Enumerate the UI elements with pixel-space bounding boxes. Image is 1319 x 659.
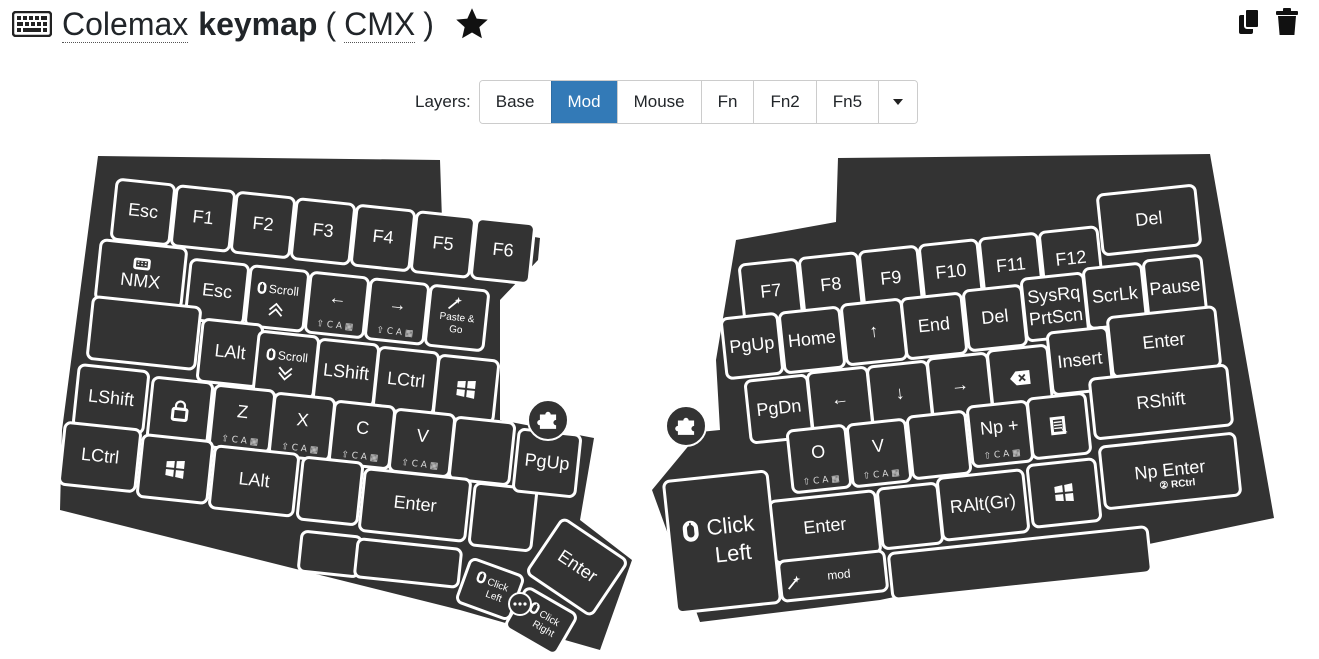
key-label: →	[950, 374, 970, 396]
key-label: Del	[1134, 207, 1163, 230]
key-label: F12	[1054, 247, 1087, 270]
key-cap	[906, 410, 972, 480]
right-key-del[interactable]: Del	[1096, 184, 1202, 256]
key-label: LCtrl	[386, 368, 426, 392]
left-key-esc[interactable]: Esc	[110, 178, 176, 246]
key-label: NMX	[119, 269, 161, 293]
left-key-blank[interactable]	[448, 416, 516, 486]
left-key-f3[interactable]: F3	[290, 197, 356, 266]
left-key-paste-go[interactable]: Paste &Go	[424, 284, 490, 352]
key-cap	[136, 433, 214, 505]
key-label: Np +	[979, 415, 1019, 439]
left-key-lctrl[interactable]: LCtrl	[58, 421, 142, 493]
key-label: F11	[995, 253, 1027, 276]
split-keyboard: Esc F1 F2 F3 F4 F5 F6 NMX Esc Scroll ←⇧ C A ▦→⇧ C …	[58, 154, 1274, 655]
key-label: ←	[830, 388, 850, 410]
thumb-options-badge[interactable]	[508, 592, 532, 616]
right-keyboard-half: F7 F8 F9 F10 F11 F12DelPgUp Home ↑ End DelSysRqPr…	[652, 154, 1274, 622]
left-key-scroll[interactable]: Scroll	[244, 264, 310, 333]
key-label: ←	[328, 287, 348, 309]
key-label: F8	[819, 273, 842, 295]
left-key-c[interactable]: C⇧ C A ▦	[328, 400, 396, 470]
right-key-o[interactable]: O⇧ C A ▦	[786, 424, 852, 494]
key-label: →	[388, 293, 408, 315]
key-cap	[448, 416, 516, 486]
right-key-np-enter[interactable]: Np Enter② RCtrl	[1098, 432, 1242, 510]
key-label: mod	[827, 566, 852, 582]
right-key-[interactable]: ↑	[840, 298, 908, 366]
right-key-del[interactable]: Del	[962, 284, 1028, 352]
left-key-blank[interactable]	[136, 433, 214, 505]
left-key-[interactable]: ←⇧ C A ▦	[304, 271, 370, 339]
key-label: F2	[252, 213, 275, 235]
right-key-blank[interactable]	[1026, 457, 1102, 529]
key-label: Esc	[127, 199, 159, 222]
right-key-home[interactable]: Home	[778, 306, 846, 374]
left-key-blank[interactable]	[296, 456, 364, 526]
key-label: F4	[372, 226, 395, 248]
mouse-icon	[266, 348, 276, 361]
right-key-blank[interactable]	[906, 410, 972, 480]
right-puzzle-badge[interactable]	[665, 405, 707, 447]
left-key-z[interactable]: Z⇧ C A ▦	[208, 384, 276, 454]
left-key-v[interactable]: V⇧ C A ▦	[388, 408, 456, 478]
ellipsis-icon	[513, 602, 527, 606]
left-key-f4[interactable]: F4	[350, 204, 416, 272]
key-cap	[296, 456, 364, 526]
left-key-f2[interactable]: F2	[230, 191, 296, 259]
key-label: F3	[312, 219, 335, 241]
left-key-lalt[interactable]: LAlt	[208, 444, 300, 518]
key-cap	[86, 295, 202, 371]
key-label: End	[917, 313, 951, 336]
key-label: V	[871, 435, 885, 456]
left-key-f5[interactable]: F5	[410, 210, 476, 279]
right-key-ralt-gr[interactable]: RAlt(Gr)	[936, 468, 1030, 542]
left-key-[interactable]: →⇧ C A ▦	[364, 277, 430, 346]
right-key-v[interactable]: V⇧ C A ▦	[846, 418, 912, 488]
key-label: Esc	[201, 279, 233, 302]
left-key-f6[interactable]: F6	[470, 217, 536, 285]
key-label: F5	[432, 232, 455, 254]
key-label: F10	[934, 260, 967, 283]
left-key-f1[interactable]: F1	[170, 184, 236, 253]
key-label: Left	[714, 539, 753, 568]
key-label: Del	[980, 305, 1009, 328]
key-label: F9	[879, 267, 902, 289]
key-label: LAlt	[214, 340, 247, 363]
key-label: LAlt	[238, 468, 271, 491]
mouse-icon	[257, 281, 267, 294]
key-label: X	[296, 409, 310, 430]
right-key-click-left[interactable]: ClickLeft	[662, 470, 782, 614]
left-key-x[interactable]: X⇧ C A ▦	[268, 392, 336, 462]
left-key-blank[interactable]	[86, 295, 202, 371]
right-key-blank[interactable]	[1026, 392, 1092, 460]
right-key-np[interactable]: Np +⇧ C A ▦	[966, 400, 1034, 468]
key-label: F1	[192, 206, 215, 228]
key-label: Click	[705, 510, 756, 540]
key-cap	[1026, 457, 1102, 529]
key-label: LCtrl	[80, 444, 120, 468]
key-label: F7	[759, 280, 782, 302]
left-key-blank[interactable]	[297, 530, 363, 578]
left-puzzle-badge[interactable]	[527, 399, 569, 441]
key-label: Z	[236, 401, 249, 422]
key-label: V	[416, 425, 430, 446]
keyboard-icon	[133, 257, 151, 271]
key-cap	[297, 530, 363, 578]
key-cap	[876, 482, 944, 550]
key-label: Go	[449, 324, 464, 336]
left-key-enter[interactable]: Enter	[358, 467, 472, 543]
right-key-pgup[interactable]: PgUp	[720, 312, 784, 380]
right-key-blank[interactable]	[876, 482, 944, 550]
key-cap	[244, 264, 310, 333]
key-label: F6	[492, 239, 515, 261]
key-label: O	[810, 441, 826, 462]
right-key-rshift[interactable]: RShift	[1088, 364, 1234, 440]
mouse-icon	[682, 520, 699, 542]
right-key-end[interactable]: End	[900, 292, 968, 360]
key-label: C	[355, 417, 370, 438]
